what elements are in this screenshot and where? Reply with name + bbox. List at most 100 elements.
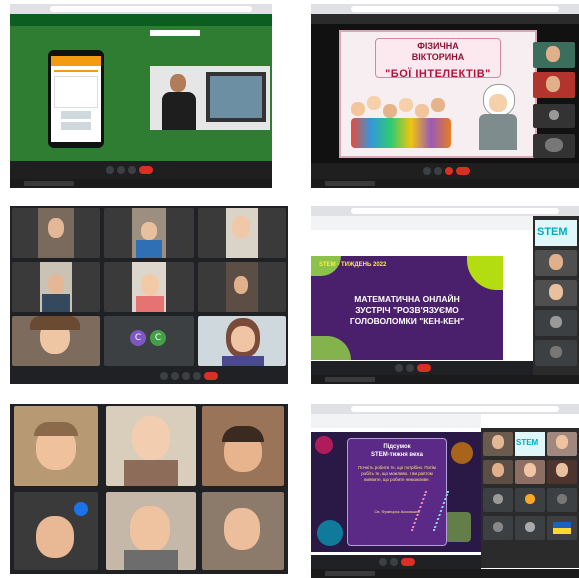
docs-toolbar bbox=[311, 414, 481, 428]
avatar: C bbox=[150, 330, 166, 346]
participant-tile[interactable] bbox=[198, 262, 286, 312]
camera-button[interactable] bbox=[390, 558, 398, 566]
participant-tile[interactable] bbox=[198, 208, 286, 258]
screenshot-stem-summary: Підсумок STEM-тижня веха Почніть робити … bbox=[311, 404, 579, 578]
participants-column: STEM bbox=[533, 216, 579, 384]
participant-tile[interactable] bbox=[535, 310, 577, 336]
participant-tile-avatars[interactable]: C C bbox=[104, 316, 194, 366]
present-button[interactable] bbox=[193, 372, 201, 380]
stem-logo-tile: STEM bbox=[515, 432, 545, 456]
mic-button[interactable] bbox=[379, 558, 387, 566]
participant-tile[interactable] bbox=[202, 492, 284, 570]
taskbar-search[interactable] bbox=[24, 181, 74, 186]
mic-button[interactable] bbox=[160, 372, 168, 380]
taskbar-search[interactable] bbox=[325, 377, 375, 382]
taskbar bbox=[311, 569, 579, 578]
participant-tile[interactable] bbox=[202, 406, 284, 486]
participant-tile[interactable] bbox=[104, 208, 194, 258]
participant-tile[interactable] bbox=[106, 406, 196, 486]
screenshot-stem-math: STEM - ТИЖДЕНЬ 2022 МАТЕМАТИЧНА ОНЛАЙН З… bbox=[311, 206, 579, 384]
meet-controls-bar bbox=[311, 555, 481, 569]
card-quote: Почніть робити те, що потрібно. Потім ро… bbox=[358, 465, 436, 482]
meet-controls-bar bbox=[311, 361, 533, 375]
camera-button[interactable] bbox=[406, 364, 414, 372]
taskbar bbox=[10, 179, 272, 188]
browser-tab-bar[interactable] bbox=[311, 404, 579, 414]
stem-logo-text: STEM bbox=[516, 438, 539, 447]
participant-tile[interactable] bbox=[547, 460, 577, 484]
participant-tile[interactable] bbox=[14, 492, 98, 570]
record-icon[interactable] bbox=[445, 167, 453, 175]
quote-card: Підсумок STEM-тижня веха Почніть робити … bbox=[347, 438, 450, 546]
participant-tile[interactable] bbox=[12, 208, 100, 258]
scientist-illustration bbox=[473, 84, 523, 150]
participant-tile[interactable] bbox=[547, 488, 577, 512]
present-button[interactable] bbox=[128, 166, 136, 174]
participant-tile[interactable] bbox=[515, 516, 545, 540]
participant-tile[interactable] bbox=[547, 516, 577, 540]
browser-tab-bar[interactable] bbox=[311, 206, 579, 216]
meet-controls-bar bbox=[10, 368, 288, 384]
browser-tab-bar[interactable] bbox=[311, 4, 579, 14]
participant-tile[interactable] bbox=[533, 104, 575, 128]
participant-tile[interactable] bbox=[515, 460, 545, 484]
participant-tile[interactable] bbox=[533, 72, 575, 98]
stem-logo-text: STEM bbox=[537, 226, 568, 238]
participant-tile[interactable] bbox=[483, 432, 513, 456]
participant-tile[interactable] bbox=[535, 250, 577, 276]
participants-grid: STEM bbox=[481, 428, 579, 568]
address-bar[interactable] bbox=[351, 406, 559, 412]
participant-tile[interactable] bbox=[104, 262, 194, 312]
participant-tile[interactable] bbox=[515, 488, 545, 512]
quiz-title-line3: "БОЇ ІНТЕЛЕКТІВ" bbox=[385, 68, 491, 80]
end-call-button[interactable] bbox=[401, 558, 415, 566]
meeting-header bbox=[311, 14, 579, 24]
captions-button[interactable] bbox=[182, 372, 190, 380]
taskbar-search[interactable] bbox=[325, 571, 375, 576]
meet-header bbox=[10, 14, 272, 26]
meet-controls-bar bbox=[10, 161, 272, 179]
mic-button[interactable] bbox=[106, 166, 114, 174]
participant-tile[interactable] bbox=[547, 432, 577, 456]
browser-tab-bar[interactable] bbox=[10, 4, 272, 14]
summary-slide: Підсумок STEM-тижня веха Почніть робити … bbox=[311, 432, 481, 552]
presenter-video bbox=[150, 66, 270, 130]
participant-tile[interactable] bbox=[535, 280, 577, 306]
participant-tile[interactable] bbox=[14, 406, 98, 486]
participant-tile[interactable] bbox=[533, 42, 575, 68]
shared-tab-label bbox=[150, 30, 200, 36]
slide-heading-line3: ГОЛОВОЛОМКИ "КЕН-КЕН" bbox=[349, 316, 465, 326]
screenshot-student-grid: C C bbox=[10, 206, 288, 384]
end-call-button[interactable] bbox=[417, 364, 431, 372]
participant-tile[interactable] bbox=[535, 340, 577, 366]
end-call-button[interactable] bbox=[456, 167, 470, 175]
slide-heading-line1: МАТЕМАТИЧНА ОНЛАЙН bbox=[354, 294, 460, 304]
taskbar-search[interactable] bbox=[325, 181, 375, 186]
taskbar bbox=[311, 179, 579, 188]
mic-button[interactable] bbox=[395, 364, 403, 372]
end-call-button[interactable] bbox=[139, 166, 153, 174]
participant-tile[interactable] bbox=[533, 134, 575, 158]
participant-tile[interactable] bbox=[198, 316, 286, 366]
address-bar[interactable] bbox=[50, 6, 252, 12]
slide-heading-line2: ЗУСТРІЧ "РОЗВ'ЯЗУЄМО bbox=[355, 305, 459, 315]
camera-button[interactable] bbox=[117, 166, 125, 174]
end-call-button[interactable] bbox=[204, 372, 218, 380]
participant-tile[interactable] bbox=[106, 492, 196, 570]
participant-tile[interactable] bbox=[483, 516, 513, 540]
camera-button[interactable] bbox=[171, 372, 179, 380]
participant-tile[interactable] bbox=[12, 262, 100, 312]
screenshot-physics-quiz: ФІЗИЧНА ВІКТОРИНА "БОЇ ІНТЕЛЕКТІВ" bbox=[311, 4, 579, 188]
quiz-slide: ФІЗИЧНА ВІКТОРИНА "БОЇ ІНТЕЛЕКТІВ" bbox=[339, 30, 537, 158]
participant-tile[interactable] bbox=[12, 316, 100, 366]
screenshot-meet-phone-share bbox=[10, 4, 272, 188]
participant-tile[interactable] bbox=[483, 488, 513, 512]
card-title-line2: STEM-тижня веха bbox=[371, 452, 423, 458]
screenshot-kids-grid bbox=[10, 404, 288, 574]
address-bar[interactable] bbox=[351, 6, 559, 12]
participant-tile[interactable] bbox=[483, 460, 513, 484]
cartoon-children-illustration bbox=[351, 92, 461, 150]
camera-button[interactable] bbox=[434, 167, 442, 175]
address-bar[interactable] bbox=[351, 208, 559, 214]
mic-button[interactable] bbox=[423, 167, 431, 175]
